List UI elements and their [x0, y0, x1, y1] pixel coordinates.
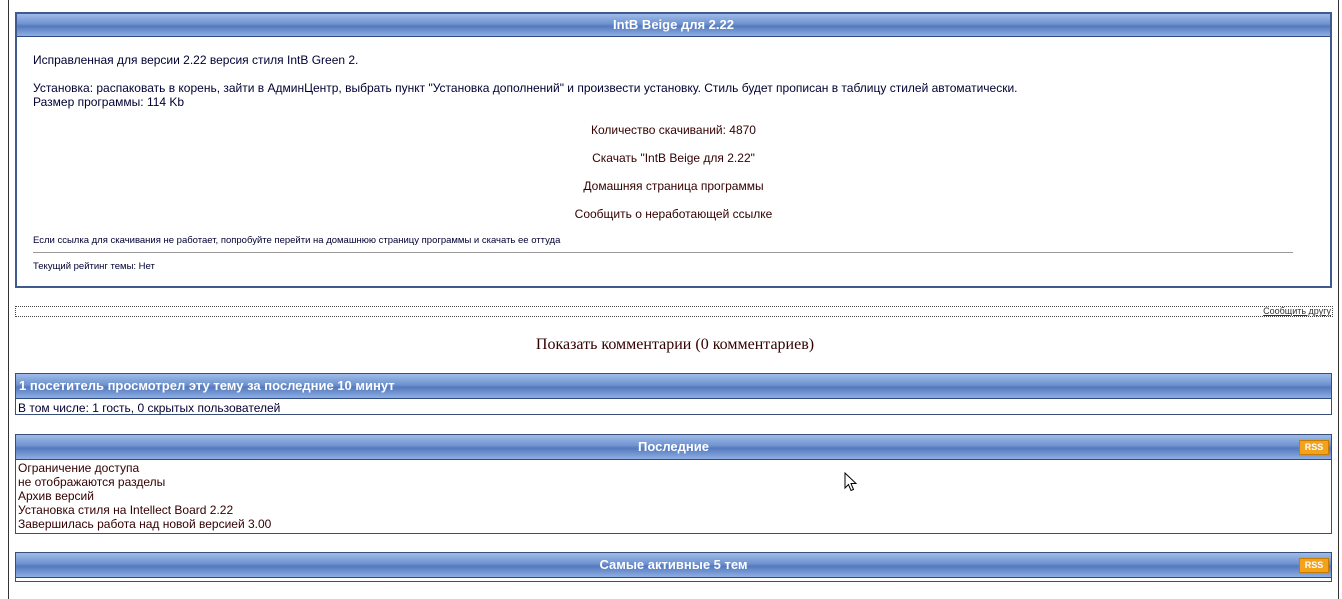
list-item[interactable]: Архив версий: [18, 489, 1329, 503]
install-text: Установка: распаковать в корень, зайти в…: [33, 81, 1018, 95]
visitors-panel: 1 посетитель просмотрел эту тему за посл…: [15, 373, 1332, 415]
homepage-link[interactable]: Домашняя страница программы: [17, 179, 1330, 193]
divider: [33, 252, 1293, 253]
download-note: Если ссылка для скачивания не работает, …: [33, 235, 561, 246]
download-link[interactable]: Скачать "IntB Beige для 2.22": [17, 151, 1330, 165]
tell-friend-bar: Сообщить другу: [15, 306, 1333, 317]
active-title: Самые активные 5 тем RSS: [16, 553, 1331, 578]
list-item[interactable]: Ограничение доступа: [18, 461, 1329, 475]
download-count: Количество скачиваний: 4870: [591, 123, 756, 137]
latest-title: Последние RSS: [16, 435, 1331, 460]
visitors-title: 1 посетитель просмотрел эту тему за посл…: [16, 374, 1331, 399]
report-broken-link[interactable]: Сообщить о неработающей ссылке: [17, 207, 1330, 221]
list-item[interactable]: Завершилась работа над новой версией 3.0…: [18, 517, 1329, 531]
page-left-border: [8, 0, 9, 599]
tell-friend-link[interactable]: Сообщить другу: [1263, 306, 1331, 316]
panel-title: IntB Beige для 2.22: [17, 14, 1330, 37]
download-panel: IntB Beige для 2.22 Исправленная для вер…: [15, 12, 1332, 288]
active-title-text: Самые активные 5 тем: [599, 557, 748, 572]
show-comments-link[interactable]: Показать комментарии (0 комментариев): [0, 336, 1342, 354]
mouse-cursor-icon: [844, 472, 858, 492]
latest-title-text: Последние: [638, 439, 709, 454]
page-right-border: [1338, 0, 1339, 599]
latest-list: Ограничение доступа не отображаются разд…: [16, 460, 1331, 532]
description-text: Исправленная для версии 2.22 версия стил…: [33, 53, 359, 67]
list-item[interactable]: Установка стиля на Intellect Board 2.22: [18, 503, 1329, 517]
rss-icon[interactable]: RSS: [1299, 558, 1329, 573]
visitors-details: В том числе: 1 гость, 0 скрытых пользова…: [18, 401, 281, 415]
rss-icon[interactable]: RSS: [1299, 440, 1329, 455]
rating-text: Текущий рейтинг темы: Нет: [33, 261, 155, 272]
latest-panel: Последние RSS Ограничение доступа не ото…: [15, 434, 1332, 534]
list-item[interactable]: не отображаются разделы: [18, 475, 1329, 489]
active-topics-panel: Самые активные 5 тем RSS: [15, 552, 1332, 582]
size-text: Размер программы: 114 Kb: [33, 95, 185, 109]
